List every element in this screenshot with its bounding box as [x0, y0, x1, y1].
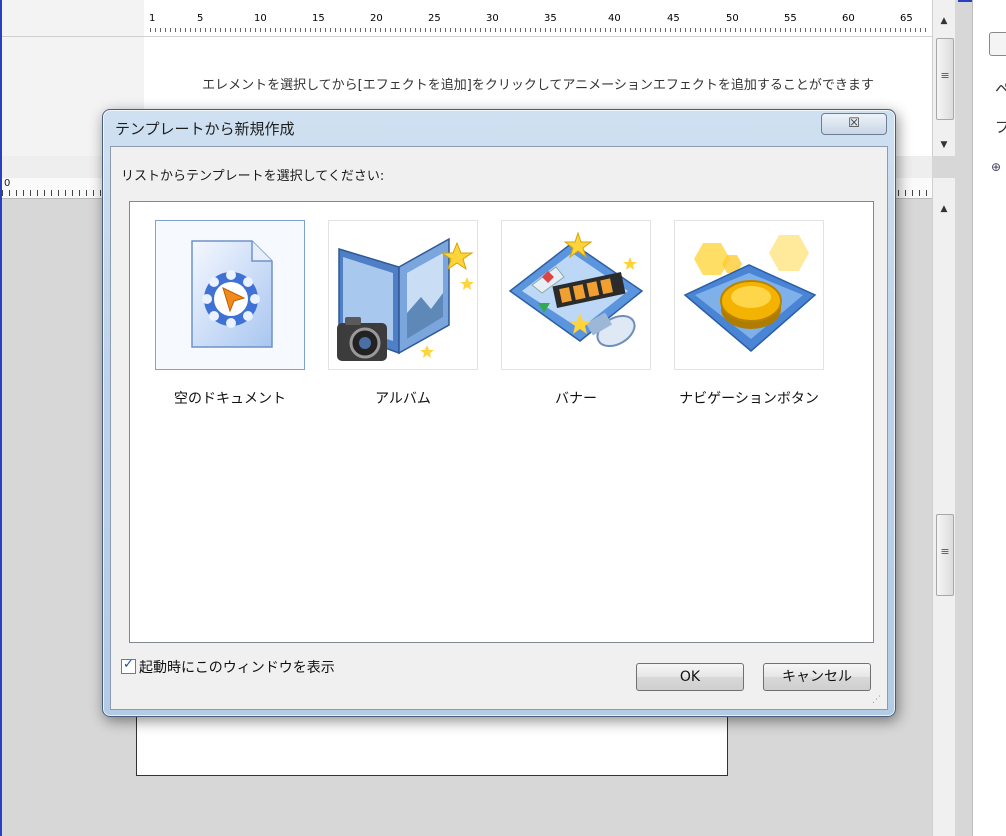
ruler-tick: 10 — [254, 13, 267, 24]
template-item-blank[interactable]: 空のドキュメント — [155, 220, 305, 420]
panel-text: プ — [995, 118, 1006, 136]
panel-text: ペ — [995, 80, 1006, 98]
show-on-startup-checkbox[interactable]: ✓ — [121, 657, 136, 674]
blank-document-gear-icon — [191, 240, 273, 348]
ruler-tick: 45 — [667, 13, 680, 24]
template-thumbnail — [501, 220, 651, 370]
ruler-tick: 65 — [900, 13, 913, 24]
scroll-thumb[interactable]: ≡ — [936, 38, 954, 120]
album-camera-icon — [337, 237, 474, 361]
scroll-up-icon[interactable]: ▲ — [933, 200, 955, 218]
ruler-tick: 5 — [197, 13, 204, 24]
timeline-hint: エレメントを選択してから[エフェクトを追加]をクリックしてアニメーションエフェク… — [202, 78, 874, 93]
navigation-button-icon — [683, 235, 817, 352]
ruler-tick: 60 — [842, 13, 855, 24]
template-label: バナー — [555, 391, 597, 407]
template-thumbnail — [155, 220, 305, 370]
ruler-tick: 15 — [312, 13, 325, 24]
cancel-button[interactable]: キャンセル — [763, 663, 871, 691]
ruler-tick: 55 — [784, 13, 797, 24]
template-label: ナビゲーションボタン — [679, 391, 819, 407]
ok-button[interactable]: OK — [636, 663, 744, 691]
template-item-album[interactable]: アルバム — [328, 220, 478, 420]
ruler-zero: 0 — [4, 178, 11, 189]
show-on-startup-label: 起動時にこのウィンドウを表示 — [139, 660, 335, 676]
timeline-ruler: 1 5 10 15 20 25 30 35 40 45 50 55 60 65 — [144, 0, 932, 37]
ruler-tick: 35 — [544, 13, 557, 24]
template-label: 空のドキュメント — [174, 391, 286, 407]
close-button[interactable]: ☒ — [821, 113, 887, 135]
dialog-title: テンプレートから新規作成 — [115, 120, 295, 138]
ruler-tick: 25 — [428, 13, 441, 24]
template-list[interactable]: 空のドキュメント アルバム バナー ナビゲーションボタン — [129, 201, 874, 643]
resize-grip-icon[interactable]: ⋰ — [872, 695, 881, 705]
ruler-tick: 40 — [608, 13, 621, 24]
ruler-tick: 20 — [370, 13, 383, 24]
scroll-down-icon[interactable]: ▼ — [933, 136, 955, 154]
ruler-dots — [150, 28, 926, 32]
template-thumbnail — [328, 220, 478, 370]
show-on-startup-row[interactable]: ✓ 起動時にこのウィンドウを表示 — [121, 657, 335, 677]
stage-scrollbar[interactable]: ▲ ≡ — [932, 178, 955, 836]
ruler-tick: 1 — [149, 13, 156, 24]
scroll-up-icon[interactable]: ▲ — [933, 12, 955, 30]
panel-button[interactable] — [989, 32, 1006, 56]
template-item-navigation-button[interactable]: ナビゲーションボタン — [674, 220, 824, 420]
expand-icon[interactable]: ⊕ — [991, 160, 1001, 174]
layers-divider — [2, 36, 144, 37]
close-icon: ☒ — [848, 116, 860, 131]
dialog-prompt: リストからテンプレートを選択してください: — [121, 169, 385, 184]
dialog-body: リストからテンプレートを選択してください: 空のドキュメント アルバム バナー … — [110, 146, 888, 710]
ruler-tick: 50 — [726, 13, 739, 24]
scroll-thumb[interactable]: ≡ — [936, 514, 954, 596]
template-label: アルバム — [375, 391, 431, 407]
template-item-banner[interactable]: バナー — [501, 220, 651, 420]
ruler-tick: 30 — [486, 13, 499, 24]
template-thumbnail — [674, 220, 824, 370]
banner-filmstrip-icon — [508, 231, 644, 348]
properties-panel: ペ プ ⊕ — [972, 0, 1006, 836]
new-from-template-dialog: テンプレートから新規作成 ☒ リストからテンプレートを選択してください: 空のド… — [102, 109, 896, 717]
checkmark-icon: ✓ — [123, 657, 134, 672]
timeline-scrollbar[interactable]: ▲ ≡ ▼ — [932, 0, 955, 156]
